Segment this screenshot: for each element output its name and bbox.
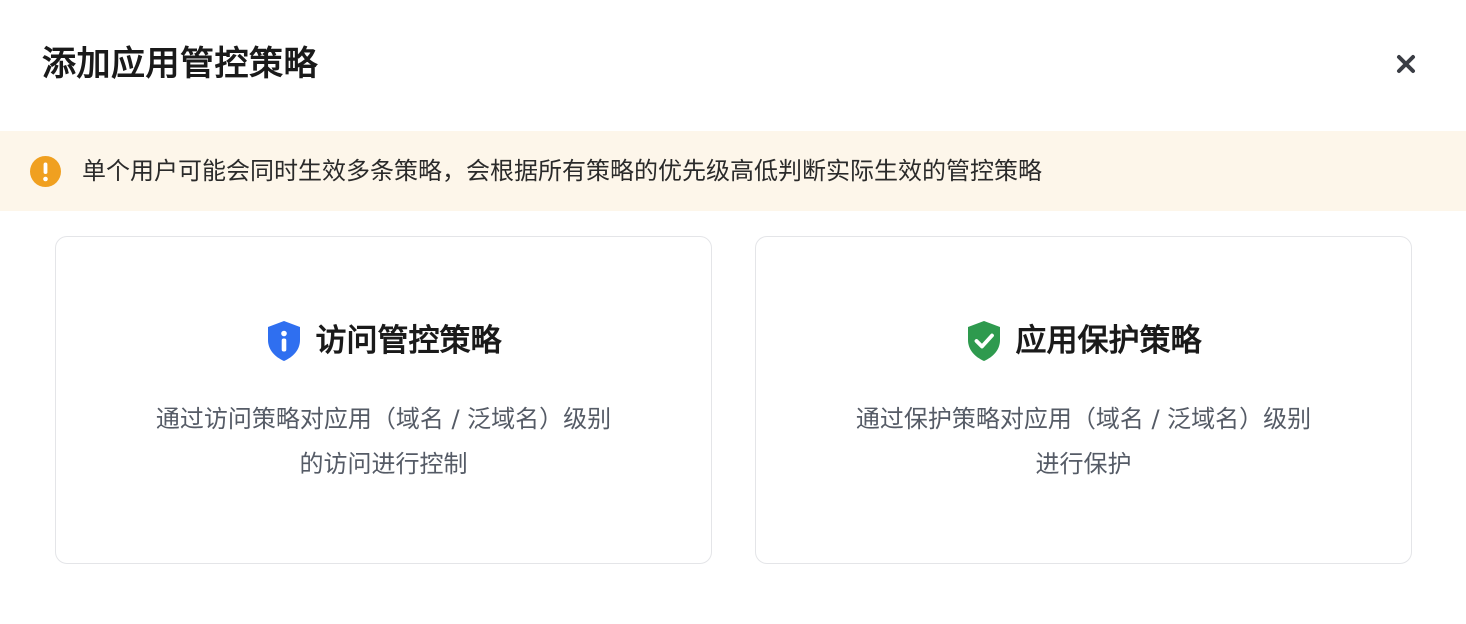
close-icon — [1397, 55, 1415, 73]
card-title: 访问管控策略 — [315, 323, 502, 359]
dialog-header: 添加应用管控策略 — [0, 0, 1466, 130]
card-description-line: 通过保护策略对应用（域名 / 泛域名）级别 — [855, 405, 1312, 433]
card-title: 应用保护策略 — [1015, 323, 1202, 359]
card-description: 通过访问策略对应用（域名 / 泛域名）级别 的访问进行控制 — [56, 397, 711, 487]
dialog-title: 添加应用管控策略 — [42, 44, 318, 84]
close-button[interactable] — [1388, 46, 1424, 82]
card-description: 通过保护策略对应用（域名 / 泛域名）级别 进行保护 — [756, 397, 1411, 487]
add-policy-dialog: 添加应用管控策略 单个用户可能会同时生效多条策略，会根据所有策略的优先级高低判断… — [0, 0, 1466, 624]
card-description-line: 通过访问策略对应用（域名 / 泛域名）级别 — [155, 405, 612, 433]
app-protection-policy-card[interactable]: 应用保护策略 通过保护策略对应用（域名 / 泛域名）级别 进行保护 — [755, 236, 1412, 564]
notice-text: 单个用户可能会同时生效多条策略，会根据所有策略的优先级高低判断实际生效的管控策略 — [82, 157, 1042, 185]
info-shield-icon — [267, 321, 300, 361]
card-header: 访问管控策略 — [56, 319, 711, 363]
card-header: 应用保护策略 — [756, 319, 1411, 363]
check-shield-icon — [967, 321, 1000, 361]
warning-icon — [30, 156, 61, 187]
access-control-policy-card[interactable]: 访问管控策略 通过访问策略对应用（域名 / 泛域名）级别 的访问进行控制 — [55, 236, 712, 564]
card-description-line: 进行保护 — [1035, 450, 1132, 478]
card-description-line: 的访问进行控制 — [299, 450, 468, 478]
